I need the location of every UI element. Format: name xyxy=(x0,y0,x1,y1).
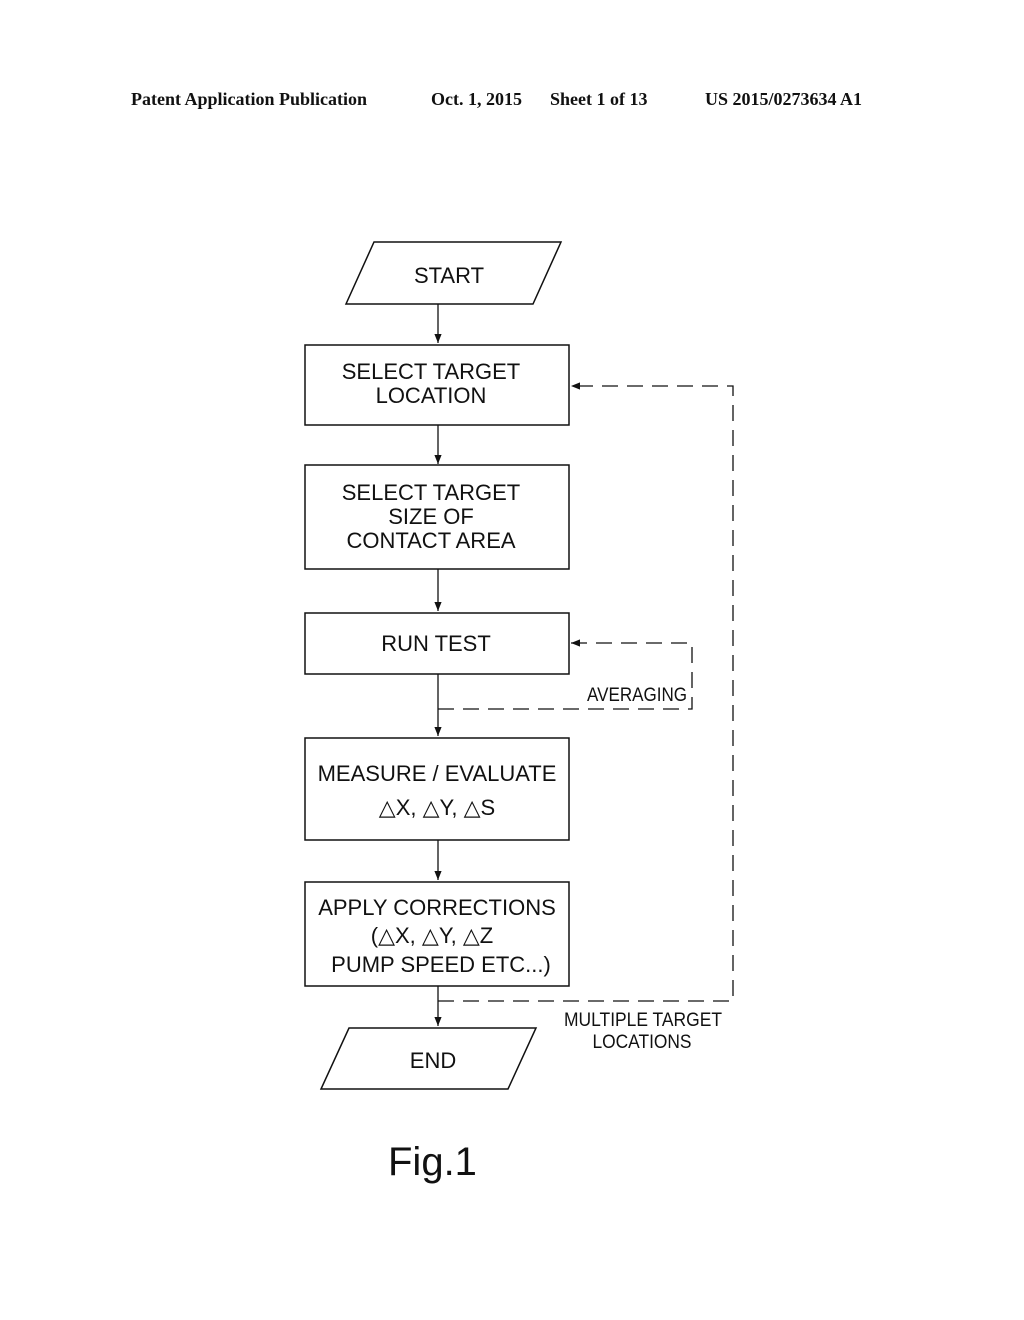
select-size-line-3: CONTACT AREA xyxy=(346,528,515,553)
select-location-node: SELECT TARGET LOCATION xyxy=(304,344,570,426)
figure-label: Fig.1 xyxy=(388,1140,477,1184)
apply-line-2: (△X, △Y, △Z xyxy=(371,923,493,948)
multiple-target-label-1: MULTIPLE TARGET xyxy=(564,1010,722,1031)
measure-line-2: △X, △Y, △S xyxy=(379,795,495,820)
select-size-line-1: SELECT TARGET xyxy=(342,480,521,505)
flowchart-diagram: START SELECT TARGET LOCATION SELECT TARG… xyxy=(304,241,734,1090)
multiple-target-label-2: LOCATIONS xyxy=(593,1032,692,1053)
run-test-label: RUN TEST xyxy=(381,631,491,656)
measure-line-1: MEASURE / EVALUATE xyxy=(318,761,557,786)
apply-line-1: APPLY CORRECTIONS xyxy=(318,895,556,920)
run-test-node: RUN TEST xyxy=(304,612,570,675)
measure-node: MEASURE / EVALUATE △X, △Y, △S xyxy=(304,737,570,841)
select-location-line-2: LOCATION xyxy=(376,383,487,408)
select-size-line-2: SIZE OF xyxy=(388,504,474,529)
apply-line-3: PUMP SPEED ETC...) xyxy=(331,952,551,977)
start-label: START xyxy=(414,263,484,288)
apply-corrections-node: APPLY CORRECTIONS (△X, △Y, △Z PUMP SPEED… xyxy=(304,881,570,987)
averaging-label: AVERAGING xyxy=(587,685,687,706)
end-node: END xyxy=(319,1027,538,1090)
start-node: START xyxy=(344,241,563,305)
end-label: END xyxy=(410,1048,456,1073)
select-location-line-1: SELECT TARGET xyxy=(342,359,521,384)
select-size-node: SELECT TARGET SIZE OF CONTACT AREA xyxy=(304,464,570,570)
